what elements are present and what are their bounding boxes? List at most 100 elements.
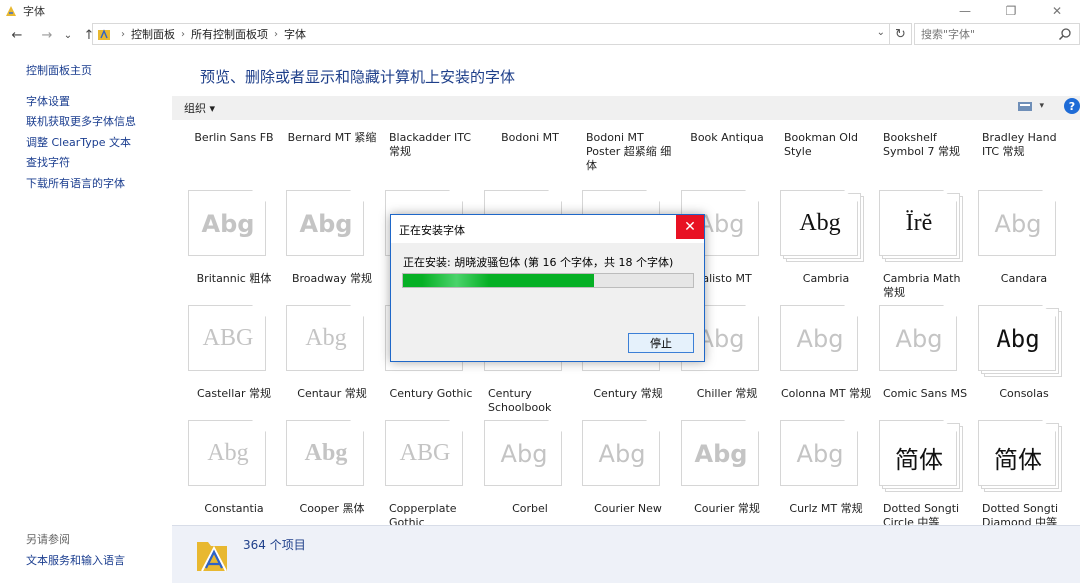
font-preview-icon: Abg — [188, 190, 268, 256]
font-sample-text: Abg — [799, 210, 841, 236]
font-tile[interactable]: 简体 Dotted Songti Circle 中等 — [877, 420, 973, 525]
font-name-label: Berlin Sans FB — [194, 131, 274, 144]
refresh-button[interactable]: ↻ — [890, 23, 912, 45]
download-all-fonts-link[interactable]: 下载所有语言的字体 — [26, 175, 125, 191]
font-sample-text: 简体 — [994, 446, 1042, 474]
font-tile[interactable]: Abg Corbel — [482, 420, 578, 525]
fonts-folder-icon — [98, 29, 110, 40]
font-tile[interactable]: Ïrĕ Cambria Math 常规 — [877, 190, 973, 300]
font-preview-icon: Abg — [582, 420, 662, 486]
cleartype-link[interactable]: 调整 ClearType 文本 — [26, 134, 131, 150]
font-name-label: Centaur 常规 — [297, 387, 367, 400]
font-name-label: Consolas — [999, 387, 1049, 400]
fonts-folder-icon — [197, 542, 227, 572]
font-tile[interactable]: Abg Curlz MT 常规 — [778, 420, 874, 525]
font-sample-text: Abg — [796, 325, 844, 353]
font-tile[interactable]: Abg Comic Sans MS — [877, 305, 973, 415]
font-tile[interactable]: Abg Broadway 常规 — [284, 190, 380, 300]
address-dropdown-icon[interactable]: ⌄ — [877, 27, 885, 38]
breadcrumb-control-panel[interactable]: 控制面板 — [131, 26, 175, 42]
font-sample-text: Abg — [796, 440, 844, 468]
details-pane: 364 个项目 — [172, 525, 1080, 583]
font-tile[interactable]: Abg Courier 常规 — [679, 420, 775, 525]
font-sample-text: ABG — [202, 325, 254, 351]
forward-button[interactable]: → — [38, 24, 56, 46]
font-sample-text: Abg — [201, 210, 255, 238]
font-name-label: Dotted Songti Diamond 中等 — [982, 502, 1059, 525]
view-options-icon[interactable] — [1017, 100, 1033, 112]
font-name-label: Dotted Songti Circle 中等 — [883, 502, 960, 525]
search-input[interactable]: 搜索"字体" — [914, 23, 1080, 45]
font-tile[interactable]: Abg Cambria — [778, 190, 874, 300]
font-preview-icon: 简体 — [879, 420, 963, 492]
command-bar: 组织 ▾ ▾ ? — [172, 96, 1080, 120]
font-sample-text: 简体 — [895, 446, 943, 474]
font-tile[interactable]: Abg Colonna MT 常规 — [778, 305, 874, 415]
view-dropdown-icon[interactable]: ▾ — [1039, 101, 1044, 111]
font-preview-icon: ABG — [188, 305, 268, 371]
window-title: 字体 — [23, 5, 45, 18]
font-name-label: Cambria Math 常规 — [883, 272, 961, 299]
font-name-label: Courier 常规 — [694, 502, 760, 515]
font-name-label: Bookman Old Style — [784, 131, 858, 158]
address-bar: ← → ⌄ ↑ › 控制面板 › 所有控制面板项 › 字体 ⌄ ↻ 搜索"字体" — [0, 22, 1080, 48]
control-panel-home-link[interactable]: 控制面板主页 — [26, 62, 92, 78]
font-preview-icon: Abg — [286, 190, 366, 256]
font-tile[interactable]: Abg Britannic 粗体 — [186, 190, 282, 300]
font-sample-text: Abg — [299, 210, 353, 238]
font-tile[interactable]: ABG Copperplate Gothic — [383, 420, 479, 525]
progress-fill — [403, 274, 595, 287]
font-sample-text: Abg — [996, 325, 1040, 353]
title-bar: 字体 — ❐ ✕ — [0, 0, 1080, 22]
font-tile[interactable]: Abg Courier New — [580, 420, 676, 525]
font-preview-icon: Abg — [484, 420, 564, 486]
font-name-label: Blackadder ITC 常规 — [389, 131, 472, 158]
font-preview-icon: Abg — [978, 190, 1058, 256]
font-preview-icon: Abg — [780, 190, 864, 262]
font-name-label: Bookshelf Symbol 7 常规 — [883, 131, 960, 158]
font-sample-text: Abg — [895, 325, 943, 353]
stop-button[interactable]: 停止 — [628, 333, 694, 353]
breadcrumb-fonts[interactable]: 字体 — [284, 26, 306, 42]
online-font-info-link[interactable]: 联机获取更多字体信息 — [26, 113, 136, 129]
font-tile[interactable]: Abg Constantia — [186, 420, 282, 525]
install-progress-bar — [402, 273, 694, 288]
font-name-label: Britannic 粗体 — [196, 272, 272, 285]
font-tile[interactable]: Abg Cooper 黑体 — [284, 420, 380, 525]
font-preview-icon: Abg — [780, 305, 860, 371]
font-tile[interactable]: Abg Consolas — [976, 305, 1072, 415]
back-button[interactable]: ← — [8, 24, 26, 46]
dialog-close-button[interactable]: ✕ — [676, 215, 704, 239]
font-name-label: Book Antiqua — [690, 131, 764, 144]
text-services-link[interactable]: 文本服务和输入语言 — [26, 552, 125, 568]
font-tile[interactable]: 简体 Dotted Songti Diamond 中等 — [976, 420, 1072, 525]
font-preview-icon: Abg — [780, 420, 860, 486]
font-tile[interactable]: Abg Candara — [976, 190, 1072, 300]
font-name-label: Chiller 常规 — [696, 387, 758, 400]
font-preview-icon: Ïrĕ — [879, 190, 963, 262]
page-title: 预览、删除或者显示和隐藏计算机上安装的字体 — [200, 68, 516, 86]
font-settings-link[interactable]: 字体设置 — [26, 93, 70, 109]
close-window-button[interactable]: ✕ — [1034, 0, 1080, 22]
item-count: 364 个项目 — [243, 538, 306, 552]
breadcrumb-all-items[interactable]: 所有控制面板项 — [191, 26, 268, 42]
minimize-button[interactable]: — — [942, 0, 988, 22]
font-name-label: Castellar 常规 — [196, 387, 272, 400]
font-name-label: Century Schoolbook — [488, 387, 552, 414]
font-name-label: Bodoni MT Poster 超紧缩 细体 — [586, 131, 672, 172]
breadcrumb[interactable]: › 控制面板 › 所有控制面板项 › 字体 ⌄ — [92, 23, 890, 45]
help-icon[interactable]: ? — [1064, 98, 1080, 114]
font-name-label: Copperplate Gothic — [389, 502, 457, 525]
font-preview-icon: 简体 — [978, 420, 1062, 492]
restore-button[interactable]: ❐ — [988, 0, 1034, 22]
recent-locations-button[interactable]: ⌄ — [59, 24, 77, 46]
font-sample-text: Abg — [500, 440, 548, 468]
font-tile[interactable]: ABG Castellar 常规 — [186, 305, 282, 415]
font-tile[interactable]: Abg Centaur 常规 — [284, 305, 380, 415]
font-preview-icon: ABG — [385, 420, 465, 486]
font-preview-icon: Abg — [978, 305, 1062, 377]
font-name-label: Comic Sans MS — [882, 387, 968, 400]
organize-menu[interactable]: 组织 ▾ — [184, 100, 215, 116]
font-name-label: Century 常规 — [593, 387, 663, 400]
find-character-link[interactable]: 查找字符 — [26, 154, 70, 170]
